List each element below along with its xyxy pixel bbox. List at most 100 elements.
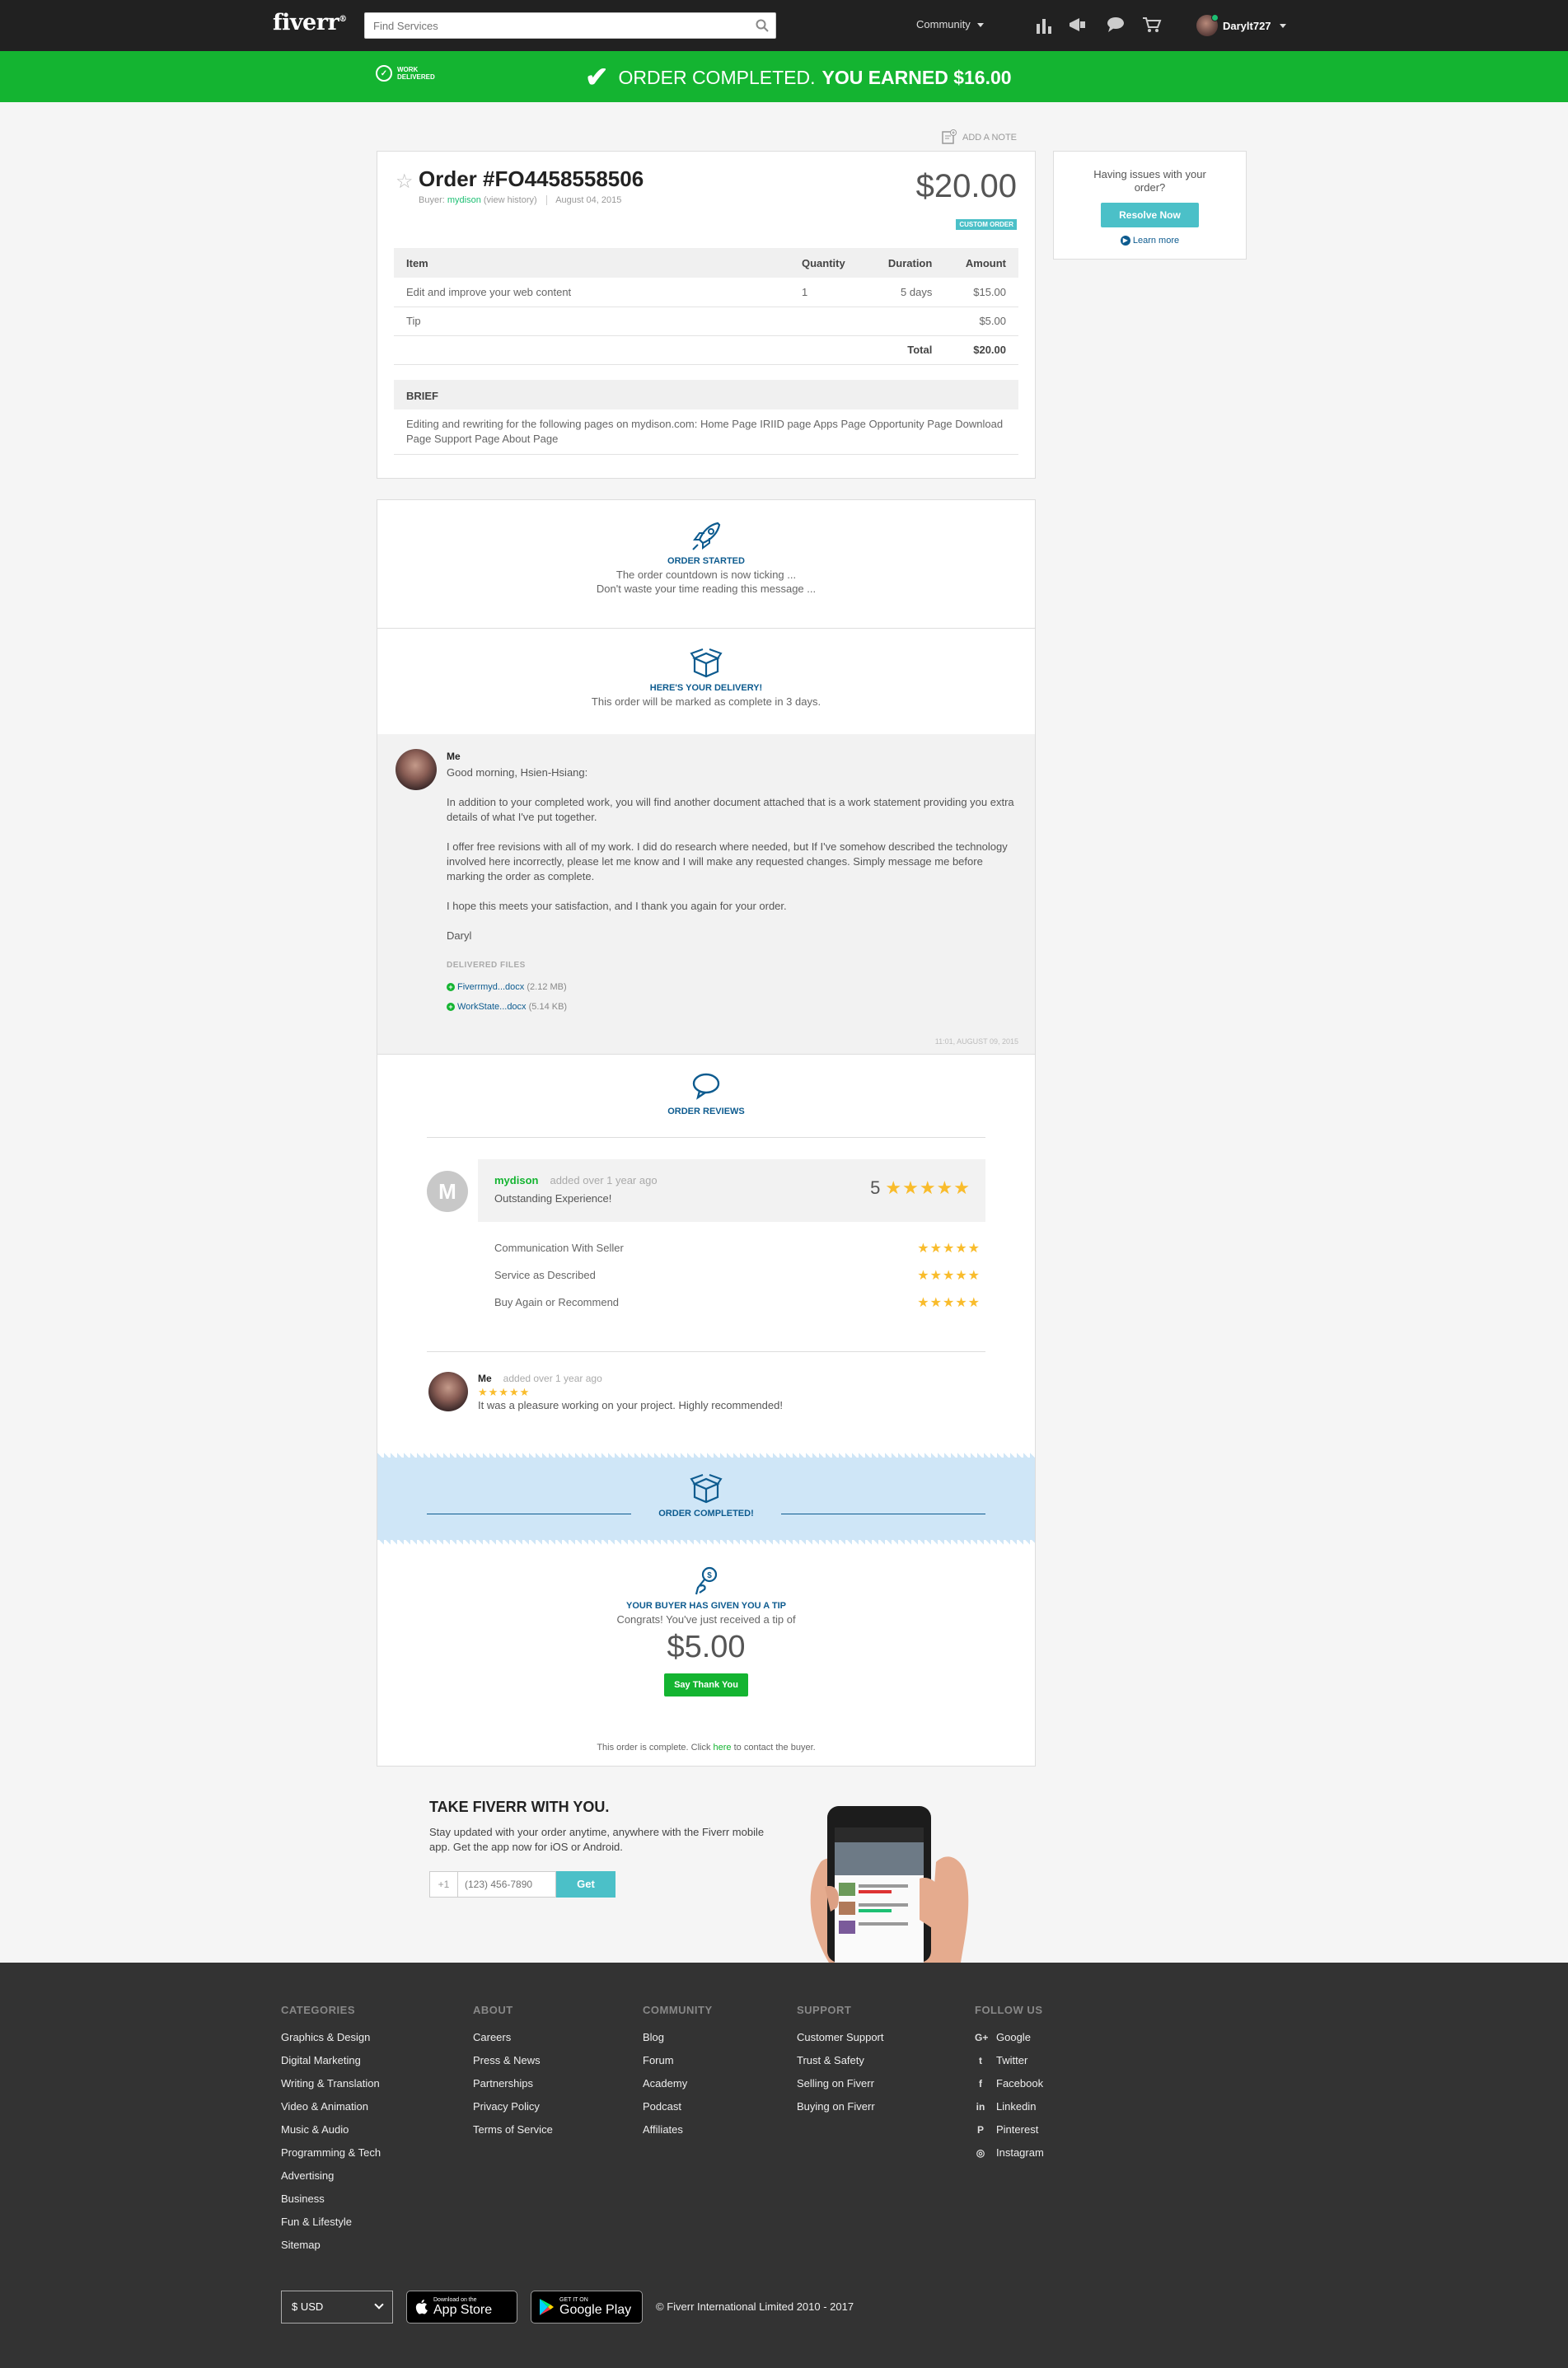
phone-input[interactable] (457, 1871, 556, 1898)
footer-link[interactable]: Affiliates (643, 2123, 713, 2136)
table-header-row: Item Quantity Duration Amount (394, 248, 1018, 278)
speech-bubble-icon (692, 1073, 720, 1100)
community-menu[interactable]: Community (916, 18, 984, 30)
buyer-review: mydison added over 1 year ago Outstanding… (478, 1159, 985, 1222)
top-navbar: fiverr® Community Darylt727 (0, 0, 1568, 51)
delivered-file[interactable]: + WorkState...docx (5.14 KB) (447, 999, 1015, 1014)
reviewer-link[interactable]: mydison (494, 1174, 538, 1186)
twitter-icon: t (979, 2055, 982, 2066)
order-started-section: ORDER STARTED The order countdown is now… (377, 518, 1035, 596)
online-indicator (1211, 14, 1219, 21)
footer-link[interactable]: Writing & Translation (281, 2077, 381, 2090)
user-menu[interactable]: Darylt727 (1196, 12, 1286, 39)
footer-link[interactable]: Digital Marketing (281, 2054, 381, 2067)
order-title: Order #FO4458558506 (419, 166, 644, 191)
social-link-twitter[interactable]: t Twitter (975, 2054, 1044, 2067)
social-link-pinterest[interactable]: P Pinterest (975, 2123, 1044, 2136)
footer-link[interactable]: Graphics & Design (281, 2031, 381, 2044)
currency-select[interactable]: $ USD (281, 2291, 393, 2324)
footer-link[interactable]: Advertising (281, 2169, 381, 2183)
delivery-message: Me Good morning, Hsien-Hsiang: In additi… (377, 734, 1035, 1054)
buyer-link[interactable]: mydison (447, 195, 481, 205)
social-link-instagram[interactable]: ◎ Instagram (975, 2146, 1044, 2160)
google-play-badge[interactable]: GET IT ON Google Play (531, 2291, 643, 2324)
delivered-files-label: DELIVERED FILES (447, 961, 526, 970)
footer-column-support: SUPPORT Customer Support Trust & Safety … (797, 2004, 884, 2113)
search-bar (364, 12, 776, 39)
delivered-file[interactable]: + Fiverrmyd...docx (2.12 MB) (447, 980, 1015, 994)
message-timestamp: 11:01, AUGUST 09, 2015 (934, 1037, 1018, 1046)
resolution-box: Having issues with your order? Resolve N… (1053, 151, 1247, 260)
review-time: added over 1 year ago (550, 1174, 658, 1186)
footer-link[interactable]: Selling on Fiverr (797, 2077, 884, 2090)
cart-icon[interactable] (1142, 16, 1162, 34)
footer-link[interactable]: Sitemap (281, 2239, 381, 2252)
table-row: Tip $5.00 (394, 307, 1018, 336)
footer-link[interactable]: Privacy Policy (473, 2100, 553, 2113)
footer-link[interactable]: Video & Animation (281, 2100, 381, 2113)
get-app-button[interactable]: Get (556, 1871, 615, 1898)
footer-link[interactable]: Forum (643, 2054, 713, 2067)
search-input[interactable] (365, 13, 728, 38)
total-row: Total $20.00 (394, 335, 1018, 365)
resolve-now-button[interactable]: Resolve Now (1101, 203, 1199, 227)
star-rating-icon: ★★★★★ (917, 1296, 981, 1310)
say-thank-you-button[interactable]: Say Thank You (664, 1673, 748, 1696)
review-text: Outstanding Experience! (494, 1192, 612, 1205)
footer-link[interactable]: Blog (643, 2031, 713, 2044)
country-code[interactable]: +1 (429, 1871, 457, 1898)
order-completed-banner: ✓ WORK DELIVERED ✔ ORDER COMPLETED. YOU E… (0, 51, 1568, 102)
contact-buyer-link[interactable]: here (714, 1743, 732, 1753)
app-store-badge[interactable]: Download on the App Store (406, 2291, 517, 2324)
brief-heading: BRIEF (394, 380, 1018, 409)
footer-link[interactable]: Press & News (473, 2054, 553, 2067)
footer-column-categories: CATEGORIES Graphics & Design Digital Mar… (281, 2004, 381, 2252)
social-link-facebook[interactable]: f Facebook (975, 2077, 1044, 2090)
rating-criterion: Service as Described ★★★★★ (494, 1269, 981, 1283)
footer-link[interactable]: Terms of Service (473, 2123, 553, 2136)
learn-more-link[interactable]: ▶ Learn more (1054, 236, 1246, 246)
footer-link[interactable]: Partnerships (473, 2077, 553, 2090)
seller-review: Me added over 1 year ago ★★★★★ It was a p… (478, 1373, 783, 1411)
order-date: August 04, 2015 (555, 195, 622, 205)
order-reviews-section: ORDER REVIEWS (377, 1069, 1035, 1116)
app-promo-text: Stay updated with your order anytime, an… (429, 1826, 765, 1853)
review-text: It was a pleasure working on your projec… (478, 1399, 783, 1411)
avatar (1196, 14, 1219, 36)
order-completed-band: ORDER COMPLETED! (377, 1453, 1035, 1545)
rocket-icon (692, 522, 721, 550)
footer-link[interactable]: Fun & Lifestyle (281, 2216, 381, 2229)
open-box-icon (690, 648, 723, 678)
footer-link[interactable]: Academy (643, 2077, 713, 2090)
favorite-star-icon[interactable]: ☆ (396, 170, 414, 194)
avatar (396, 749, 437, 790)
footer-link[interactable]: Buying on Fiverr (797, 2100, 884, 2113)
footer-column-follow: FOLLOW US G+ Google t Twitter f Facebook in… (975, 2004, 1044, 2160)
rating-criterion: Buy Again or Recommend ★★★★★ (494, 1296, 981, 1310)
search-icon[interactable] (756, 19, 769, 32)
chevron-down-icon (976, 23, 984, 28)
footer-link[interactable]: Customer Support (797, 2031, 884, 2044)
message-paragraph: Daryl (447, 929, 472, 942)
footer-link[interactable]: Music & Audio (281, 2123, 381, 2136)
footer-link[interactable]: Business (281, 2193, 381, 2206)
banner-message: ✔ ORDER COMPLETED. YOU EARNED $16.00 (585, 62, 1012, 93)
pinterest-icon: P (976, 2124, 984, 2136)
footer-link[interactable]: Podcast (643, 2100, 713, 2113)
copyright: © Fiverr International Limited 2010 - 20… (656, 2300, 854, 2313)
fiverr-logo[interactable]: fiverr® (273, 10, 347, 35)
chat-icon[interactable] (1106, 16, 1126, 34)
order-details-card: ☆ Order #FO4458558506 Buyer: mydison (vi… (377, 151, 1036, 479)
footer-link[interactable]: Programming & Tech (281, 2146, 381, 2160)
footer-link[interactable]: Trust & Safety (797, 2054, 884, 2067)
social-link-google[interactable]: G+ Google (975, 2031, 1044, 2044)
social-link-linkedin[interactable]: in Linkedin (975, 2100, 1044, 2113)
stats-icon[interactable] (1035, 16, 1055, 34)
footer-link[interactable]: Careers (473, 2031, 553, 2044)
rating-criterion: Communication With Seller ★★★★★ (494, 1242, 981, 1256)
add-note-button[interactable]: ADD A NOTE (941, 129, 1017, 146)
view-history-link[interactable]: (view history) (484, 195, 537, 205)
apple-icon (415, 2300, 428, 2314)
star-rating-icon: ★★★★★ (917, 1269, 981, 1283)
megaphone-icon[interactable] (1068, 16, 1088, 34)
